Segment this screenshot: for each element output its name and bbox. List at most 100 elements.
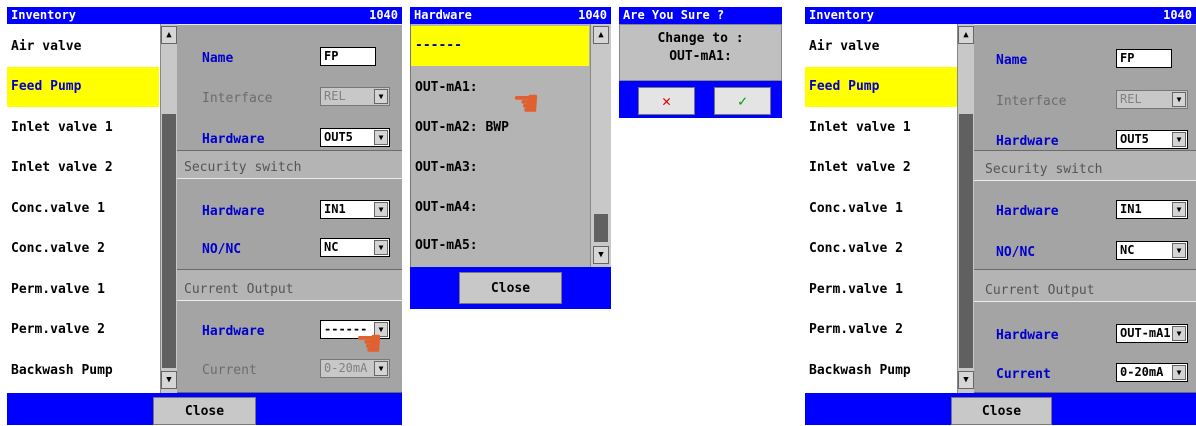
interface-label: Interface — [202, 91, 273, 106]
close-icon: ✕ — [661, 92, 672, 110]
name-input[interactable]: FP — [320, 47, 376, 66]
dialog-line-2: OUT-mA1: — [669, 49, 732, 64]
nonc-label: NO/NC — [996, 245, 1036, 260]
nonc-select[interactable]: NC ▼ — [1116, 241, 1188, 260]
confirm-dialog: Are You Sure ? Change to : OUT-mA1: ✕ ✓ — [619, 7, 782, 118]
check-icon: ✓ — [737, 92, 748, 110]
scroll-thumb[interactable] — [959, 114, 973, 368]
footer-bar: Close — [7, 393, 402, 425]
chevron-down-icon[interactable]: ▼ — [1172, 365, 1186, 380]
sec-hardware-select[interactable]: IN1 ▼ — [1116, 200, 1188, 219]
list-item[interactable]: Perm.valve 2 — [805, 310, 957, 350]
dialog-buttons: ✕ ✓ — [619, 81, 782, 118]
scroll-thumb[interactable] — [594, 214, 608, 242]
hardware-select[interactable]: OUT5 ▼ — [320, 128, 390, 147]
list-item[interactable]: Inlet valve 2 — [7, 148, 159, 188]
chevron-down-icon: ▼ — [1172, 92, 1186, 107]
list-item[interactable]: OUT-mA1: — [411, 68, 589, 108]
list-item[interactable]: Air valve — [7, 27, 159, 67]
chevron-down-icon[interactable]: ▼ — [1172, 132, 1186, 147]
list-item[interactable]: OUT-mA3: — [411, 148, 589, 188]
chevron-down-icon[interactable]: ▼ — [374, 240, 388, 255]
title-bar: Hardware 1040 — [410, 7, 611, 24]
window-title: Inventory — [11, 8, 77, 22]
nonc-select[interactable]: NC ▼ — [320, 238, 390, 257]
scroll-down-icon[interactable]: ▼ — [593, 246, 609, 264]
close-button[interactable]: Close — [459, 272, 562, 304]
list-item[interactable]: Conc.valve 1 — [7, 189, 159, 229]
list-item[interactable]: Backwash Pump — [805, 351, 957, 391]
list-item[interactable]: Inlet valve 1 — [805, 108, 957, 148]
name-label: Name — [996, 53, 1028, 68]
list-item[interactable]: OUT-mA4: — [411, 188, 589, 228]
interface-label: Interface — [996, 94, 1067, 109]
list-item[interactable]: Inlet valve 1 — [7, 108, 159, 148]
scroll-down-icon[interactable]: ▼ — [958, 371, 974, 389]
co-hardware-select[interactable]: OUT-mA1 ▼ — [1116, 324, 1188, 343]
interface-select: REL ▼ — [1116, 90, 1188, 109]
scroll-up-icon[interactable]: ▲ — [958, 26, 974, 44]
interface-select: REL ▼ — [320, 87, 390, 106]
list-item[interactable]: Backwash Pump — [7, 351, 159, 391]
scroll-up-icon[interactable]: ▲ — [161, 26, 177, 44]
co-hardware-label: Hardware — [996, 328, 1059, 343]
list-item-selected[interactable]: Feed Pump — [7, 67, 159, 107]
sec-hardware-label: Hardware — [996, 204, 1059, 219]
list-item[interactable]: Perm.valve 2 — [7, 310, 159, 350]
list-item-selected[interactable]: ------ — [411, 26, 589, 66]
chevron-down-icon[interactable]: ▼ — [1172, 202, 1186, 217]
list-scrollbar[interactable]: ▲ ▼ — [957, 24, 974, 393]
nonc-label: NO/NC — [202, 242, 242, 257]
nonc-value: NC — [324, 240, 339, 254]
chevron-down-icon[interactable]: ▼ — [374, 202, 388, 217]
co-hardware-label: Hardware — [202, 324, 265, 339]
current-value: 0-20mA — [1120, 365, 1164, 379]
list-item[interactable]: Conc.valve 2 — [805, 229, 957, 269]
list-item[interactable]: Conc.valve 1 — [805, 189, 957, 229]
item-list: Air valve Feed Pump Inlet valve 1 Inlet … — [7, 24, 160, 393]
chevron-down-icon[interactable]: ▼ — [1172, 243, 1186, 258]
chevron-down-icon[interactable]: ▼ — [1172, 326, 1186, 341]
list-item-selected[interactable]: Feed Pump — [805, 67, 957, 107]
security-switch-header: Security switch — [985, 162, 1103, 177]
close-button[interactable]: Close — [153, 397, 256, 425]
scroll-thumb[interactable] — [162, 114, 176, 368]
hardware-select[interactable]: OUT5 ▼ — [1116, 130, 1188, 149]
dialog-body: Change to : OUT-mA1: — [619, 24, 782, 81]
title-bar: Inventory 1040 — [7, 7, 402, 24]
interface-value: REL — [324, 89, 346, 103]
footer-bar: Close — [410, 267, 611, 309]
current-select[interactable]: 0-20mA ▼ — [1116, 363, 1188, 382]
list-item[interactable]: Perm.valve 1 — [805, 270, 957, 310]
sec-hardware-label: Hardware — [202, 204, 265, 219]
list-item[interactable]: Perm.valve 1 — [7, 270, 159, 310]
list-item[interactable]: OUT-mA2: BWP — [411, 108, 589, 148]
window-title: Hardware — [414, 8, 472, 22]
list-item[interactable]: Inlet valve 2 — [805, 148, 957, 188]
close-button[interactable]: Close — [951, 397, 1052, 425]
hardware-value: OUT5 — [1120, 132, 1149, 146]
hardware-scrollbar[interactable]: ▲ ▼ — [590, 24, 611, 267]
item-list: Air valve Feed Pump Inlet valve 1 Inlet … — [805, 24, 957, 393]
no-button[interactable]: ✕ — [638, 87, 695, 115]
list-item[interactable]: Conc.valve 2 — [7, 229, 159, 269]
list-item[interactable]: OUT-mA5: — [411, 226, 589, 266]
chevron-down-icon[interactable]: ▼ — [374, 130, 388, 145]
current-label: Current — [996, 367, 1051, 382]
scroll-down-icon[interactable]: ▼ — [161, 371, 177, 389]
yes-button[interactable]: ✓ — [714, 87, 771, 115]
detail-form: Name FP Interface REL ▼ Hardware OUT5 ▼ Se… — [974, 24, 1196, 393]
sec-hardware-value: IN1 — [324, 202, 346, 216]
inventory-window-2: Inventory 1040 Air valve Feed Pump Inlet… — [805, 7, 1196, 425]
dialog-title: Are You Sure ? — [623, 8, 725, 22]
list-scrollbar[interactable]: ▲ ▼ — [160, 24, 177, 393]
security-switch-header: Security switch — [184, 160, 302, 175]
inventory-window-1: Inventory 1040 Air valve Feed Pump Inlet… — [7, 7, 402, 425]
scroll-up-icon[interactable]: ▲ — [593, 26, 609, 44]
list-item[interactable]: Air valve — [805, 27, 957, 67]
name-input[interactable]: FP — [1116, 49, 1172, 68]
window-id: 1040 — [578, 8, 607, 22]
sec-hardware-select[interactable]: IN1 ▼ — [320, 200, 390, 219]
sec-hardware-value: IN1 — [1120, 202, 1142, 216]
hardware-value: OUT5 — [324, 130, 353, 144]
